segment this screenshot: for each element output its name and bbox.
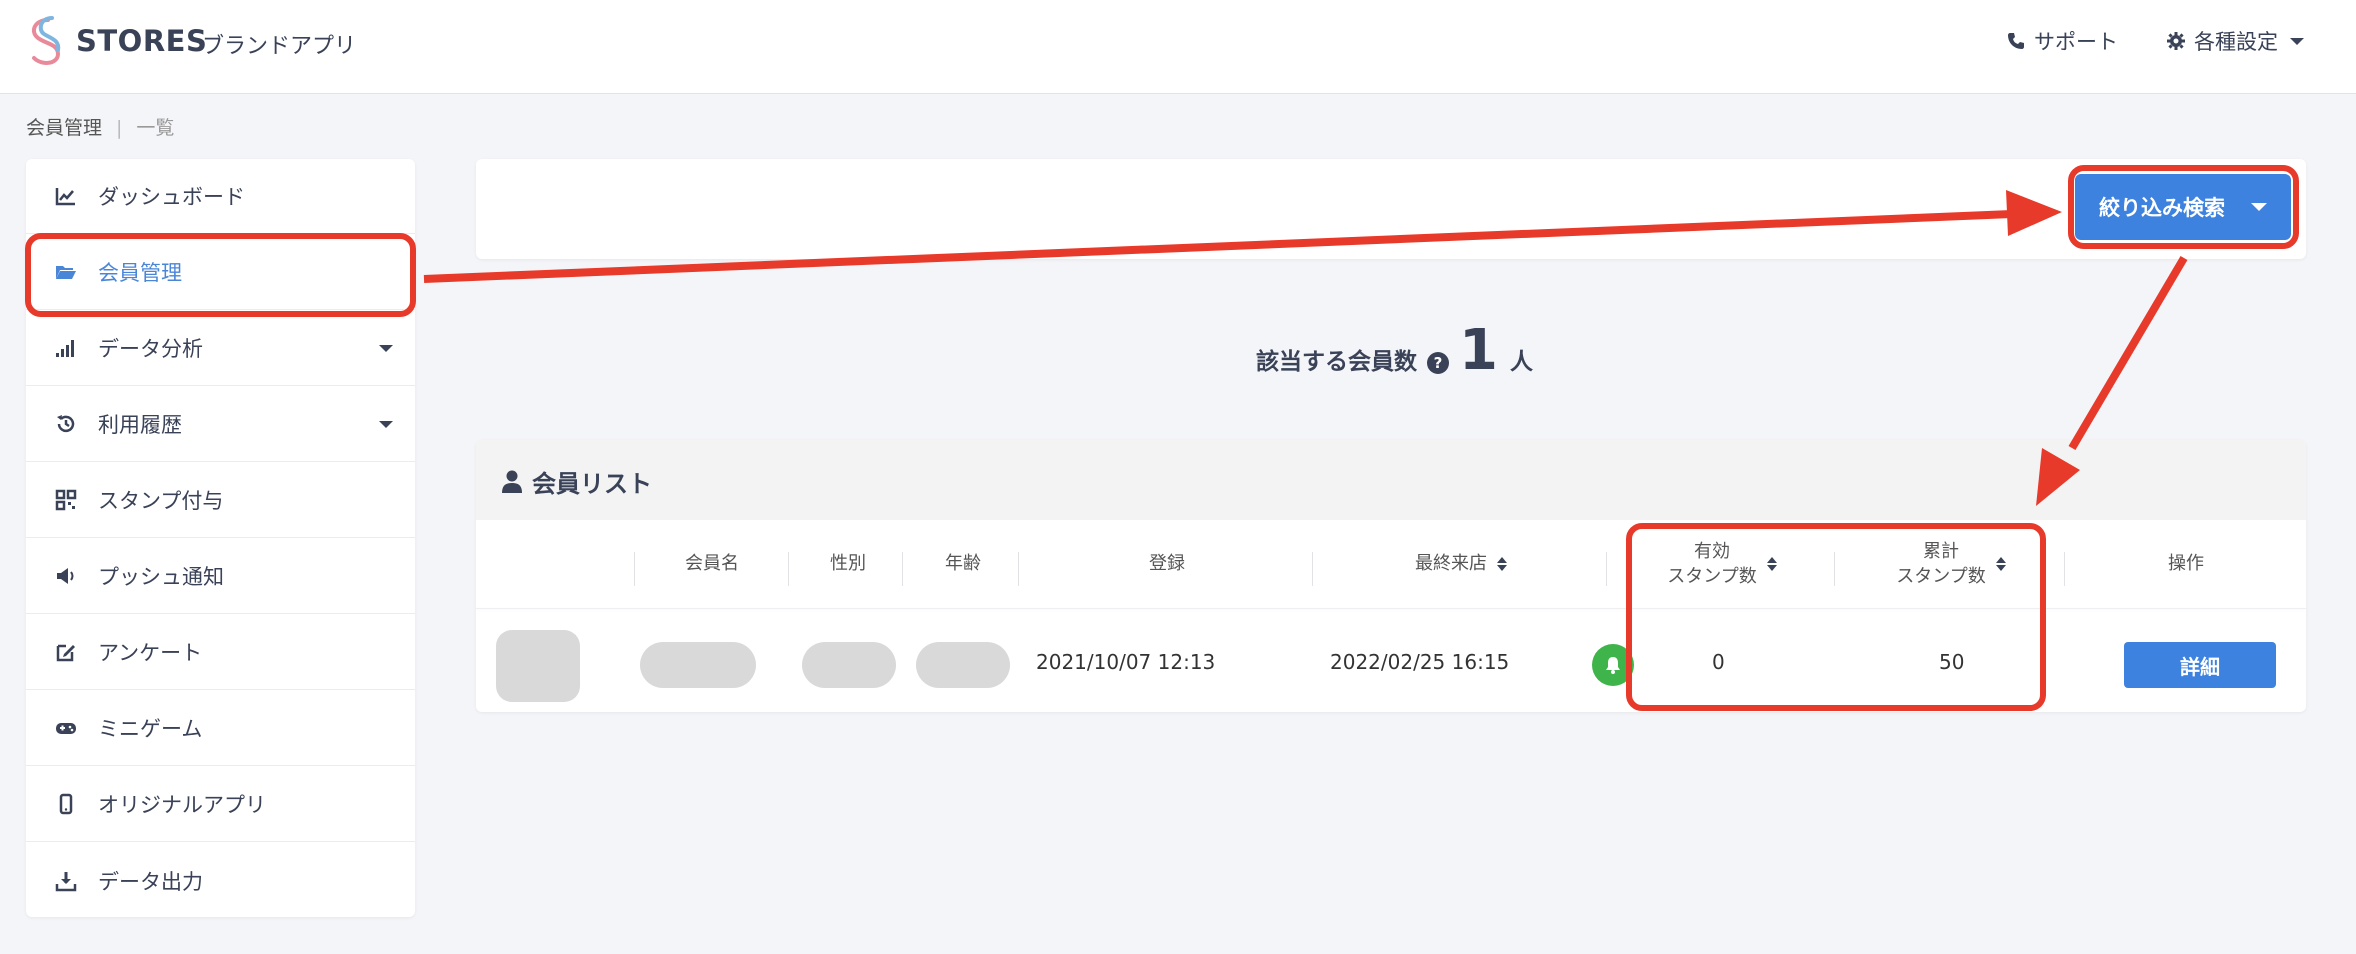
- arrow-line: [2068, 255, 2188, 451]
- annotation-arrows: [423, 190, 2188, 506]
- arrowhead-icon: [2036, 448, 2080, 506]
- arrow-line: [423, 210, 2013, 283]
- arrowhead-icon: [2006, 190, 2062, 236]
